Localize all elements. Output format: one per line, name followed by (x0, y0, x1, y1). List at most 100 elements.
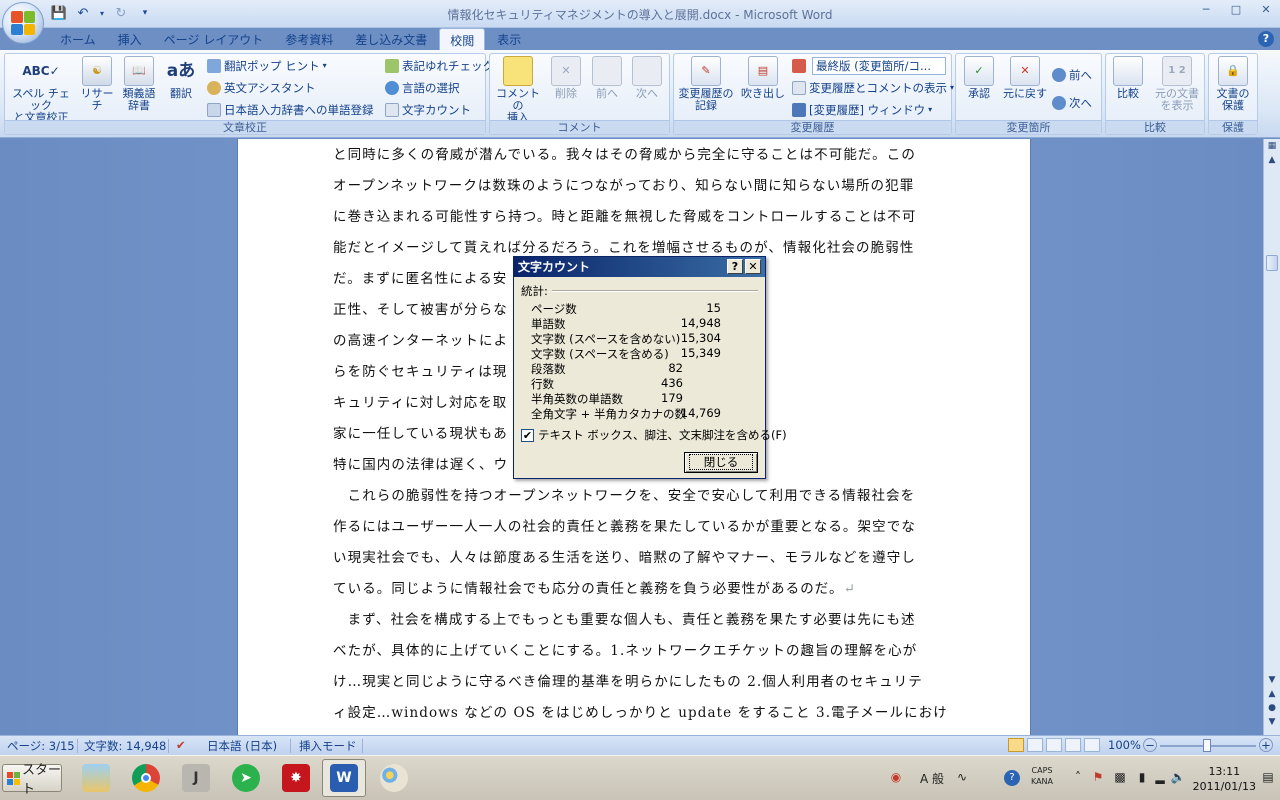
word-count-button[interactable]: 文字カウント (385, 101, 471, 119)
start-button[interactable]: スタート (2, 763, 62, 797)
zoom-out-button[interactable]: − (1143, 738, 1157, 752)
system-tray: ◉ A 般 ∿ ? CAPS KANA ˄ ⚑ ▩ ▮ ▂ 🔈 13:11 20… (880, 756, 1280, 800)
taskbar-word[interactable]: W (322, 759, 366, 797)
chevron-down-icon: ▾ (950, 83, 955, 92)
close-window-button[interactable]: ✕ (1256, 3, 1276, 19)
stat-value: 179 (661, 391, 683, 405)
previous-change-button[interactable]: 前へ (1052, 66, 1092, 84)
taskbar-green-app[interactable]: ➤ (224, 759, 268, 797)
reject-button[interactable]: ✕ 元に戻す (1002, 56, 1048, 100)
full-screen-reading-view-button[interactable] (1027, 738, 1043, 752)
display-mode-dropdown[interactable]: 最終版 (変更箇所/コ... (812, 57, 946, 75)
word-count-dialog: 文字カウント ? ✕ 統計: ページ数 15 単語数 14,948 文字数 (ス… (513, 256, 787, 479)
scroll-thumb[interactable] (1266, 255, 1278, 271)
add-dictionary-button[interactable]: 日本語入力辞書への単語登録 (207, 101, 374, 119)
taskbar-paint[interactable] (372, 759, 416, 797)
taskbar-explorer[interactable] (74, 759, 118, 797)
office-button[interactable] (2, 2, 44, 44)
outline-view-button[interactable] (1065, 738, 1081, 752)
minimize-button[interactable]: ─ (1196, 3, 1216, 19)
web-layout-view-button[interactable] (1046, 738, 1062, 752)
vertical-scrollbar[interactable]: ▦ ▲ ▼ ▲ ● ▼ (1263, 139, 1280, 735)
help-circle-icon[interactable]: ? (1004, 770, 1020, 786)
accept-button[interactable]: ✓ 承認 (958, 56, 1000, 100)
signal-icon[interactable]: ▂ (1152, 770, 1168, 786)
tab-home[interactable]: ホーム (50, 28, 106, 50)
consistency-check-button[interactable]: 表記ゆれチェック (385, 57, 494, 75)
chevron-up-icon[interactable]: ˄ (1070, 770, 1086, 786)
spell-check-button[interactable]: ABC✓ スペル チェック と文章校正 (7, 56, 75, 124)
next-comment-button[interactable]: 次へ (628, 56, 666, 100)
ime-tool-icon[interactable]: ∿ (954, 770, 970, 786)
english-assistant-button[interactable]: 英文アシスタント (207, 79, 316, 97)
show-markup-label: 変更履歴とコメントの表示 (809, 81, 947, 95)
draft-view-button[interactable] (1084, 738, 1100, 752)
dialog-close-button[interactable]: 閉じる (684, 452, 758, 473)
help-icon[interactable]: ? (1258, 31, 1274, 47)
taskbar-acrobat[interactable]: ✸ (274, 759, 318, 797)
previous-comment-button[interactable]: 前へ (588, 56, 626, 100)
tab-page-layout[interactable]: ページ レイアウト (154, 28, 274, 50)
show-markup-button[interactable]: 変更履歴とコメントの表示 ▾ (792, 79, 954, 97)
stat-row-chars-no-spaces: 文字数 (スペースを含めない) 15,304 (531, 331, 721, 346)
track-changes-button[interactable]: ✎ 変更履歴の 記録 (676, 56, 736, 112)
ime-icon[interactable]: ◉ (888, 770, 904, 786)
tab-review[interactable]: 校閲 (439, 28, 486, 50)
protect-document-button[interactable]: 🔒 文書の 保護 (1211, 56, 1255, 112)
document-line-text: ている。同じように情報社会でも応分の責任と義務を負う必要性があるのだ。 (333, 581, 844, 597)
insert-mode-indicator[interactable]: 挿入モード (299, 738, 357, 754)
consistency-check-label: 表記ゆれチェック (402, 59, 494, 73)
tab-references[interactable]: 参考資料 (275, 28, 343, 50)
tab-view[interactable]: 表示 (487, 28, 531, 50)
document-line: これらの脆弱性を持つオープンネットワークを、安全で安心して利用できる情報社会を (333, 488, 916, 504)
print-layout-view-button[interactable] (1008, 738, 1024, 752)
insert-comment-button[interactable]: コメントの 挿入 (492, 56, 544, 124)
reviewing-pane-button[interactable]: [変更履歴] ウィンドウ ▾ (792, 101, 932, 119)
dialog-help-button[interactable]: ? (727, 259, 743, 274)
balloons-button[interactable]: ▤ 吹き出し (738, 56, 788, 100)
network-icon[interactable]: ▮ (1134, 770, 1150, 786)
folder-icon (82, 764, 110, 792)
show-desktop-icon[interactable]: ▤ (1260, 770, 1276, 786)
ime-mode[interactable]: A 般 (912, 770, 952, 786)
translate-button[interactable]: aあ 翻訳 (161, 56, 201, 100)
scroll-down-button[interactable]: ▼ (1264, 675, 1280, 689)
show-source-button[interactable]: 1 2 元の文書 を表示 (1150, 56, 1204, 112)
zoom-in-button[interactable]: + (1259, 738, 1273, 752)
language-button[interactable]: 言語の選択 (385, 79, 460, 97)
include-textboxes-checkbox[interactable]: ✔ テキスト ボックス、脚注、文末脚注を含める(F) (521, 427, 787, 443)
research-button[interactable]: ☯ リサーチ (77, 56, 117, 112)
previous-page-button[interactable]: ▲ (1264, 689, 1280, 703)
next-change-button[interactable]: 次へ (1052, 94, 1092, 112)
translation-tip-button[interactable]: 翻訳ポップ ヒント ▾ (207, 57, 327, 75)
group-comments: コメントの 挿入 ✕ 削除 前へ 次へ コメント (489, 53, 670, 135)
word-count-indicator[interactable]: 文字数: 14,948 (84, 738, 166, 754)
volume-icon[interactable]: 🔈 (1170, 770, 1186, 786)
dialog-close-x-button[interactable]: ✕ (745, 259, 761, 274)
thesaurus-button[interactable]: 📖 類義語 辞書 (119, 56, 159, 112)
checkbox-label: テキスト ボックス、脚注、文末脚注を含める(F) (538, 428, 787, 442)
chevron-down-icon: ▾ (322, 61, 327, 70)
chevron-down-icon: ▾ (928, 105, 933, 114)
device-icon[interactable]: ▩ (1112, 770, 1128, 786)
scroll-up-button[interactable]: ▲ (1264, 155, 1280, 169)
compare-button[interactable]: 比較 (1108, 56, 1148, 100)
tab-mailings[interactable]: 差し込み文書 (345, 28, 437, 50)
maximize-button[interactable]: □ (1226, 3, 1246, 19)
next-page-button[interactable]: ▼ (1264, 717, 1280, 731)
flag-icon[interactable]: ⚑ (1090, 770, 1106, 786)
language-indicator[interactable]: 日本語 (日本) (207, 738, 277, 754)
checkbox-box[interactable]: ✔ (521, 428, 534, 442)
taskbar-j-app[interactable]: J (174, 759, 218, 797)
clock[interactable]: 13:11 2011/01/13 (1193, 764, 1256, 794)
tab-insert[interactable]: 挿入 (108, 28, 152, 50)
proofing-status-icon[interactable]: ✔ (176, 738, 186, 752)
zoom-slider-thumb[interactable] (1203, 739, 1211, 752)
ruler-toggle-icon[interactable]: ▦ (1264, 141, 1280, 155)
browse-object-button[interactable]: ● (1264, 703, 1280, 717)
page-indicator[interactable]: ページ: 3/15 (7, 738, 75, 754)
taskbar-chrome[interactable] (124, 759, 168, 797)
delete-comment-button[interactable]: ✕ 削除 (546, 56, 586, 100)
window-controls: ─ □ ✕ (1196, 3, 1276, 19)
zoom-level[interactable]: 100% (1108, 738, 1141, 752)
